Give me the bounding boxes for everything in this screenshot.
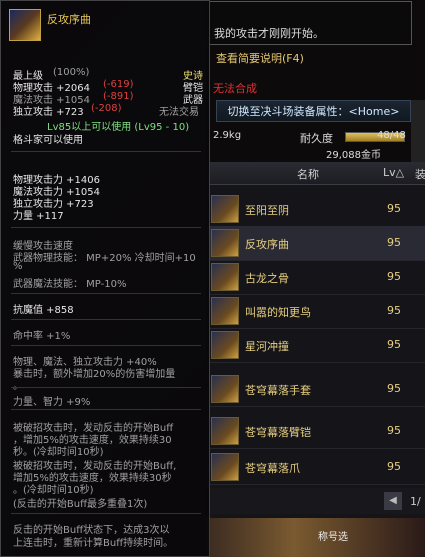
item-level: 95 [387, 460, 401, 473]
weapon-icon [211, 229, 239, 257]
view-summary-button[interactable]: 查看简要说明(F4) [216, 50, 304, 66]
item-name: 叫嚣的知更鸟 [245, 306, 311, 319]
flavor-text-box: 我的攻击才刚刚开始。 [207, 1, 412, 45]
col-name-header[interactable]: 名称 [297, 166, 319, 182]
list-header: 名称 Lv△ 装 [207, 162, 425, 185]
weapon-icon [211, 417, 239, 445]
weapon-icon [211, 263, 239, 291]
list-item[interactable]: 古龙之骨 95 [207, 260, 425, 295]
item-name: 古龙之骨 [245, 272, 289, 285]
divider [11, 151, 201, 152]
item-weight: 2.9kg [213, 130, 242, 141]
prev-page-button[interactable]: ◀ [384, 492, 402, 510]
weapon-icon [211, 195, 239, 223]
trade-status: 无法交易 [159, 107, 199, 118]
item-level: 95 [387, 304, 401, 317]
list-item[interactable]: 苍穹幕落手套 95 [207, 372, 425, 407]
divider [11, 513, 201, 514]
crit-bonus: 暴击时，额外增加20%的伤害增加量 [13, 369, 176, 380]
phys-atk-diff: (-619) [103, 79, 134, 90]
item-level: 95 [387, 382, 401, 395]
magic-resistance: 抗魔值 +858 [13, 305, 74, 316]
durability-label: 耐久度 [300, 132, 333, 145]
switch-duel-attrs-button[interactable]: 切换至决斗场装备属性：<Home> [216, 100, 411, 122]
list-item[interactable]: 至阳至阴 95 [207, 192, 425, 227]
grade-pct: (100%) [53, 67, 90, 78]
list-item[interactable]: 反攻序曲 95 [207, 226, 425, 261]
cannot-synthesize-label: 无法合成 [213, 82, 257, 95]
crit-bonus-cont: 。 [13, 377, 23, 392]
divider [11, 345, 201, 346]
class-requirement: 格斗家可以使用 [13, 135, 83, 146]
list-item[interactable]: 叫嚣的知更鸟 95 [207, 294, 425, 329]
tab-title-select[interactable]: 称号选 [318, 528, 348, 543]
item-title: 反攻序曲 [47, 13, 91, 26]
effect-line: 秒。(冷却时间10秒) [13, 447, 104, 458]
stat-str: 力量 +117 [13, 211, 64, 222]
item-name: 苍穹幕落手套 [245, 384, 311, 397]
item-price: 29,088金币 [326, 150, 381, 161]
divider [11, 409, 201, 410]
weapon-icon [9, 9, 41, 41]
ind-atk: 独立攻击 +723 [13, 107, 84, 118]
item-level: 95 [387, 202, 401, 215]
item-name: 至阳至阴 [245, 204, 289, 217]
col-extra-header[interactable]: 装 [415, 166, 425, 182]
page-indicator: 1/ [410, 495, 421, 508]
list-item[interactable]: 苍穹幕落爪 95 [207, 450, 425, 485]
mag-atk-diff: (-891) [103, 91, 134, 102]
flavor-text: 我的攻击才刚刚开始。 [214, 27, 324, 40]
durability-value: 48/48 [377, 130, 406, 141]
weapon-icon [211, 453, 239, 481]
panel-edge [411, 100, 425, 162]
item-level: 95 [387, 338, 401, 351]
divider [11, 387, 201, 388]
weapon-icon [211, 375, 239, 403]
col-lv-header[interactable]: Lv△ [383, 166, 404, 179]
divider [11, 227, 201, 228]
bottom-toolbar [206, 518, 425, 557]
item-name: 星河冲撞 [245, 340, 289, 353]
list-item[interactable]: 苍穹幕落臂铠 95 [207, 414, 425, 449]
item-name: 反攻序曲 [245, 238, 289, 251]
item-name: 苍穹幕落爪 [245, 462, 300, 475]
phys-skill-mod-cont: % [13, 261, 23, 272]
effect-line: 上连击时，重新计算Buff持续时间。 [13, 538, 174, 549]
item-tooltip: 反攻序曲 最上级 (100%) 史诗 臂铠 武器 无法交易 物理攻击 +2064… [0, 0, 210, 557]
effect-line: 。(冷却时间10秒) [13, 485, 94, 496]
phys-skill-mod: 武器物理技能： MP+20% 冷却时间+10 [13, 253, 196, 264]
hit-rate: 命中率 +1% [13, 331, 71, 342]
weapon-icon [211, 297, 239, 325]
divider [11, 293, 201, 294]
list-item[interactable]: 星河冲撞 95 [207, 328, 425, 363]
str-int-bonus: 力量、智力 +9% [13, 397, 91, 408]
item-level: 95 [387, 270, 401, 283]
item-name: 苍穹幕落臂铠 [245, 426, 311, 439]
item-level: 95 [387, 236, 401, 249]
item-level: 95 [387, 424, 401, 437]
weapon-icon [211, 331, 239, 359]
ind-atk-diff: (-208) [91, 103, 122, 114]
effect-line: (反击的开始Buff最多重叠1次) [13, 499, 148, 510]
mag-skill-mod: 武器魔法技能： MP-10% [13, 279, 127, 290]
divider [11, 319, 201, 320]
